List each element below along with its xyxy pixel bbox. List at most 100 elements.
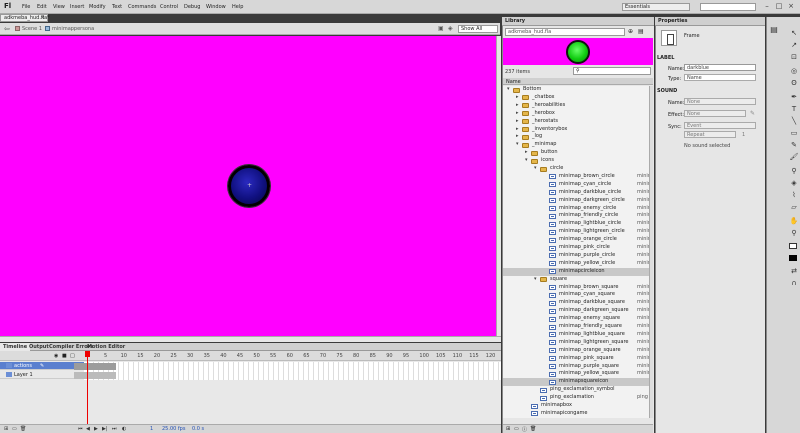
menu-text[interactable]: Text xyxy=(112,4,122,10)
menu-modify[interactable]: Modify xyxy=(89,4,106,10)
lasso-tool-icon[interactable]: ʘ xyxy=(789,79,799,88)
subselection-tool-icon[interactable]: ↗ xyxy=(789,41,799,50)
library-item[interactable]: minimap_brown_square minim xyxy=(503,284,649,292)
library-item[interactable]: minimapcircleicon xyxy=(503,267,649,276)
tab-library[interactable]: Library xyxy=(505,18,525,24)
step-back-icon[interactable]: ◀ xyxy=(86,426,90,432)
library-item[interactable]: minimap_lightblue_square minim xyxy=(503,331,649,339)
library-item[interactable]: minimap_orange_circle minim xyxy=(503,236,649,244)
3d-rotation-tool-icon[interactable]: ◎ xyxy=(789,67,799,76)
library-item[interactable]: ping_exclamation_symbol xyxy=(503,386,649,394)
menu-help[interactable]: Help xyxy=(232,4,243,10)
chevron-right-icon[interactable]: ▸ xyxy=(516,110,519,118)
frame-name-input[interactable]: darkblue xyxy=(684,64,756,71)
outline-icon[interactable]: □ xyxy=(70,353,75,359)
sound-section-title[interactable]: SOUND xyxy=(657,88,677,94)
chevron-right-icon[interactable]: ▸ xyxy=(516,102,519,110)
library-item[interactable]: ▸ _inventorybox xyxy=(503,126,649,134)
library-item[interactable]: minimap_darkblue_square minim xyxy=(503,299,649,307)
library-item[interactable]: minimap_darkgreen_circle minim xyxy=(503,197,649,205)
library-item[interactable]: minimap_darkgreen_square minim xyxy=(503,307,649,315)
zoom-tool-icon[interactable]: ⚲ xyxy=(789,229,799,238)
library-item[interactable]: minimap_purple_circle minim xyxy=(503,252,649,260)
onion-skin-icon[interactable]: ◐ xyxy=(122,426,126,432)
library-item[interactable]: minimap_pink_circle minim xyxy=(503,244,649,252)
chevron-down-icon[interactable]: ▾ xyxy=(534,165,537,173)
chevron-right-icon[interactable]: ▸ xyxy=(525,149,528,157)
menu-view[interactable]: View xyxy=(53,4,65,10)
chevron-right-icon[interactable]: ▸ xyxy=(516,126,519,134)
last-frame-icon[interactable]: ⏭ xyxy=(112,426,117,432)
library-item[interactable]: minimap_pink_square minim xyxy=(503,355,649,363)
brush-tool-icon[interactable]: 🖌 xyxy=(789,153,799,162)
eraser-tool-icon[interactable]: ▱ xyxy=(789,203,799,212)
sound-name-select[interactable]: None xyxy=(684,98,756,105)
zoom-select[interactable]: Show All xyxy=(458,25,498,33)
pin-icon[interactable]: ⊕ xyxy=(628,28,633,35)
free-transform-tool-icon[interactable]: ⊡ xyxy=(789,53,799,62)
library-item[interactable]: ▾ Bottom xyxy=(503,86,649,94)
sync-select[interactable]: Event xyxy=(684,122,756,129)
library-item[interactable]: ▾ square xyxy=(503,276,649,284)
line-tool-icon[interactable]: ╲ xyxy=(789,117,799,126)
document-tab[interactable]: adkmeba_hud.fla* × xyxy=(0,14,50,22)
library-item[interactable]: ping_exclamation ping xyxy=(503,394,649,402)
panel-icon[interactable]: ▤ xyxy=(769,25,779,34)
library-item[interactable]: minimap_yellow_square minim xyxy=(503,370,649,378)
play-icon[interactable]: ▶ xyxy=(94,426,98,432)
library-item[interactable]: minimap_yellow_circle minim xyxy=(503,260,649,268)
delete-layer-icon[interactable]: 🗑 xyxy=(20,426,26,432)
bone-tool-icon[interactable]: ⚲ xyxy=(789,167,799,176)
library-item[interactable]: ▸ _herostats xyxy=(503,118,649,126)
fill-color-swatch[interactable] xyxy=(789,255,797,261)
chevron-down-icon[interactable]: ▾ xyxy=(534,276,537,284)
new-folder-icon[interactable]: ▭ xyxy=(514,426,519,432)
rectangle-tool-icon[interactable]: ▭ xyxy=(789,129,799,138)
tab-motion-editor[interactable]: Motion Editor xyxy=(84,343,128,351)
frame-grid[interactable] xyxy=(84,362,501,380)
menu-control[interactable]: Control xyxy=(160,4,178,10)
breadcrumb-scene[interactable]: Scene 1 xyxy=(22,26,42,32)
minimize-icon[interactable]: – xyxy=(762,2,772,11)
library-item[interactable]: minimap_lightgreen_circle minim xyxy=(503,228,649,236)
chevron-right-icon[interactable]: ▸ xyxy=(516,94,519,102)
effect-select[interactable]: None xyxy=(684,110,746,117)
menu-commands[interactable]: Commands xyxy=(128,4,156,10)
menu-file[interactable]: File xyxy=(22,4,30,10)
swap-colors-icon[interactable]: ⇄ xyxy=(789,267,799,276)
repeat-count[interactable]: 1 xyxy=(742,132,745,138)
eye-icon[interactable]: ◉ xyxy=(54,353,58,359)
paint-bucket-tool-icon[interactable]: ◈ xyxy=(789,179,799,188)
new-layer-icon[interactable]: ⊞ xyxy=(4,426,8,432)
library-item[interactable]: minimap_purple_square minim xyxy=(503,363,649,371)
hand-tool-icon[interactable]: ✋ xyxy=(789,217,799,226)
library-item[interactable]: ▾ icons xyxy=(503,157,649,165)
back-arrow-icon[interactable]: ⇦ xyxy=(4,25,10,33)
menu-insert[interactable]: Insert xyxy=(70,4,84,10)
edit-scene-icon[interactable]: ▣ xyxy=(438,25,444,32)
chevron-right-icon[interactable]: ▸ xyxy=(516,133,519,141)
library-item[interactable]: minimapsquareicon xyxy=(503,378,649,387)
playhead[interactable] xyxy=(85,351,90,433)
chevron-down-icon[interactable]: ▾ xyxy=(507,86,510,94)
library-item[interactable]: minimap_orange_square minim xyxy=(503,347,649,355)
new-symbol-icon[interactable]: ⊞ xyxy=(506,426,510,432)
library-item[interactable]: minimap_cyan_circle minim xyxy=(503,181,649,189)
edit-pencil-icon[interactable]: ✎ xyxy=(750,110,755,117)
library-item[interactable]: minimap_cyan_square minim xyxy=(503,291,649,299)
library-search-input[interactable]: ⚲ xyxy=(573,67,651,75)
lock-icon[interactable]: ■ xyxy=(62,353,67,359)
library-item[interactable]: minimapicongame xyxy=(503,410,649,418)
edit-symbol-icon[interactable]: ◈ xyxy=(448,25,453,32)
chevron-down-icon[interactable]: ▾ xyxy=(516,141,519,149)
stage-movieclip-darkblue-circle[interactable]: + xyxy=(228,165,270,207)
menu-debug[interactable]: Debug xyxy=(184,4,200,10)
library-item[interactable]: ▸ _chatbox xyxy=(503,94,649,102)
new-folder-icon[interactable]: ▭ xyxy=(12,426,17,432)
library-scrollbar[interactable] xyxy=(649,86,653,418)
current-frame[interactable]: 1 xyxy=(150,426,153,432)
delete-icon[interactable]: 🗑 xyxy=(530,426,536,432)
library-item[interactable]: minimap_enemy_circle minim xyxy=(503,205,649,213)
stroke-color-swatch[interactable] xyxy=(789,243,797,249)
label-type-select[interactable]: Name xyxy=(684,74,756,81)
